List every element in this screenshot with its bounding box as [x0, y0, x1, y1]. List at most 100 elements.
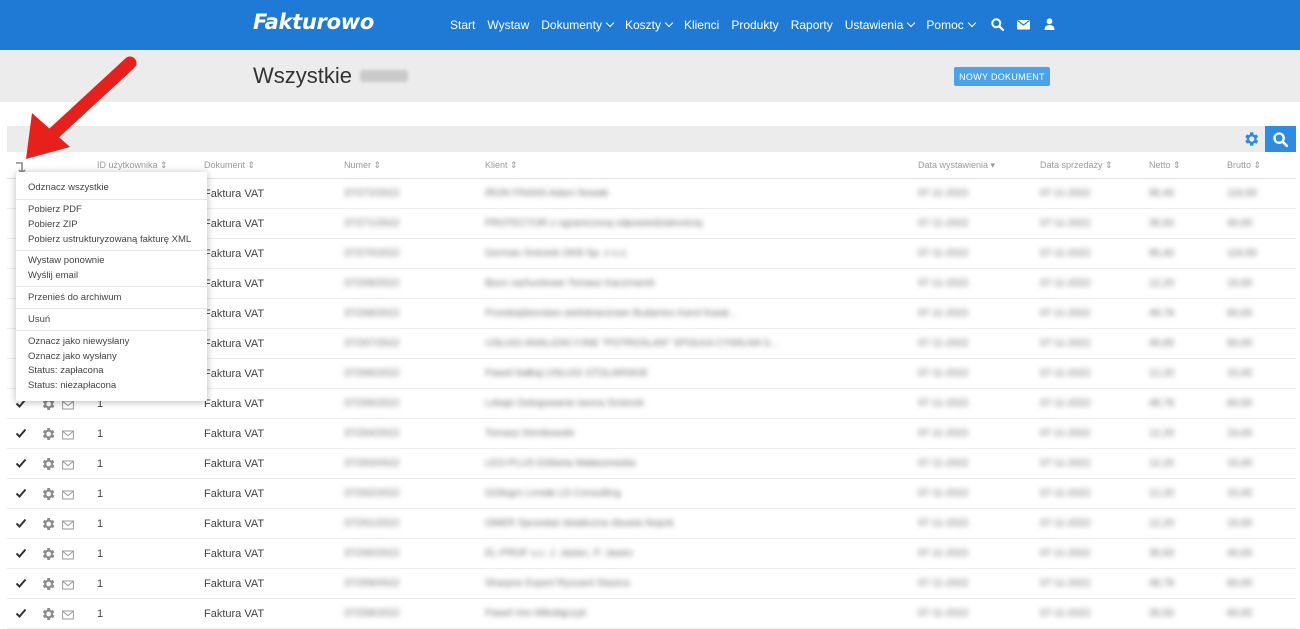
row-gear-icon[interactable] — [40, 456, 56, 472]
nav-dokumenty[interactable]: Dokumenty — [541, 18, 615, 32]
nav-koszty[interactable]: Koszty — [625, 18, 674, 32]
menu-item-send-email[interactable]: Wyślij email — [28, 270, 78, 281]
nav-produkty[interactable]: Produkty — [731, 18, 778, 32]
cell-gross: 15,00 — [1227, 458, 1253, 469]
cell-issue-date: 07-11-2022 — [918, 248, 969, 259]
cell-client: OMER Sprzedaż detaliczna obuwia Nopok — [485, 518, 674, 529]
row-envelope-icon[interactable] — [62, 428, 74, 440]
nav-start[interactable]: Start — [450, 18, 475, 32]
cell-issue-date: 07-11-2022 — [918, 218, 969, 229]
row-gear-icon[interactable] — [40, 516, 56, 532]
cell-net: 12,20 — [1149, 428, 1175, 439]
menu-item-mark-unsent[interactable]: Oznacz jako niewysłany — [28, 336, 129, 347]
menu-item-status-paid[interactable]: Status: zapłacona — [28, 365, 104, 376]
chevron-down-icon — [605, 18, 615, 28]
row-envelope-icon[interactable] — [62, 608, 74, 620]
col-header-number[interactable]: Numer ⇕ — [344, 160, 381, 171]
cell-client: EL-PROF s.c. J. Jasiec, P. Jasiec — [485, 548, 634, 559]
cell-client: LEO-PLUS Elżbieta Małaszewska — [485, 458, 636, 469]
table-row[interactable]: 1 Faktura VAT 37/258/2022 Paweł Von Mikołaj… — [7, 599, 1296, 629]
cell-issue-date: 07-11-2022 — [918, 188, 969, 199]
row-check-icon[interactable] — [15, 576, 27, 590]
row-envelope-icon[interactable] — [62, 488, 74, 500]
table-toolbar — [7, 126, 1296, 152]
cell-number: 37/270/2022 — [344, 248, 400, 259]
row-gear-icon[interactable] — [40, 426, 56, 442]
table-row[interactable]: 1 Faktura VAT 37/264/2022 Tomasz Dembowski 0… — [7, 419, 1296, 449]
col-header-client[interactable]: Klient ⇕ — [485, 160, 518, 171]
envelope-icon[interactable] — [1016, 16, 1030, 32]
table-row[interactable]: 1 Faktura VAT 37/260/2022 EL-PROF s.c. J. J… — [7, 539, 1296, 569]
table-row[interactable]: 1 Faktura VAT 37/261/2022 OMER Sprzedaż det… — [7, 509, 1296, 539]
row-gear-icon[interactable] — [40, 546, 56, 562]
gear-icon — [1245, 132, 1259, 146]
cell-number: 37/268/2022 — [344, 308, 400, 319]
menu-divider — [16, 308, 207, 309]
cell-number: 37/267/2022 — [344, 338, 400, 349]
col-header-sale-date[interactable]: Data sprzedaży ⇕ — [1040, 160, 1113, 171]
menu-item-delete[interactable]: Usuń — [28, 314, 50, 325]
cell-sale-date: 07-11-2022 — [1040, 278, 1091, 289]
col-header-document[interactable]: Dokument ⇕ — [204, 160, 255, 171]
row-gear-icon[interactable] — [40, 576, 56, 592]
cell-net: 35,50 — [1149, 608, 1175, 619]
row-envelope-icon[interactable] — [62, 578, 74, 590]
chevron-down-icon — [967, 18, 977, 28]
user-icon[interactable] — [1042, 16, 1056, 32]
annotation-arrow-icon — [26, 56, 137, 159]
table-row[interactable]: 1 Faktura VAT 37/259/2022 Sharpne Expert Ry… — [7, 569, 1296, 599]
row-check-icon[interactable] — [15, 426, 27, 440]
cell-client: PROTECTOR z ograniczoną odpowiedzialnośc… — [485, 218, 703, 229]
cell-document: Faktura VAT — [204, 308, 265, 320]
col-header-issue-date[interactable]: Data wystawienia ▾ — [918, 160, 995, 171]
cell-net: 95,40 — [1149, 188, 1175, 199]
row-gear-icon[interactable] — [40, 486, 56, 502]
cell-client: Przedsiębiorstwo wielobranżowe Budamex K… — [485, 308, 737, 319]
row-envelope-icon[interactable] — [62, 518, 74, 530]
col-header-gross[interactable]: Brutto ⇕ — [1227, 160, 1261, 171]
nav-raporty[interactable]: Raporty — [791, 18, 833, 32]
menu-item-mark-sent[interactable]: Oznacz jako wysłany — [28, 351, 117, 362]
cell-sale-date: 07-11-2022 — [1040, 428, 1091, 439]
menu-divider — [16, 250, 207, 251]
nav-ustawienia[interactable]: Ustawienia — [845, 18, 916, 32]
search-icon — [1273, 131, 1288, 147]
cell-document: Faktura VAT — [204, 398, 265, 410]
table-settings-button[interactable] — [1242, 130, 1260, 148]
search-icon[interactable] — [990, 16, 1004, 32]
nav-label: Pomoc — [926, 18, 964, 32]
cell-number: 37/265/2022 — [344, 398, 400, 409]
menu-item-reissue[interactable]: Wystaw ponownie — [28, 255, 104, 266]
app-logo[interactable]: Fakturowo — [253, 10, 374, 34]
cell-document: Faktura VAT — [204, 488, 265, 500]
menu-item-archive[interactable]: Przenieś do archiwum — [28, 292, 121, 303]
cell-gross: 60,00 — [1227, 608, 1253, 619]
row-check-icon[interactable] — [15, 546, 27, 560]
menu-item-download-zip[interactable]: Pobierz ZIP — [28, 219, 78, 230]
cell-gross: 15,00 — [1227, 428, 1253, 439]
row-check-icon[interactable] — [15, 606, 27, 620]
new-document-button[interactable]: NOWY DOKUMENT — [954, 67, 1050, 86]
cell-issue-date: 07-11-2022 — [918, 338, 969, 349]
menu-item-status-unpaid[interactable]: Status: niezapłacona — [28, 380, 116, 391]
table-row[interactable]: 1 Faktura VAT 37/262/2022 GOlegro Leniak LD… — [7, 479, 1296, 509]
row-envelope-icon[interactable] — [62, 548, 74, 560]
menu-item-download-xml[interactable]: Pobierz ustrukturyzowaną fakturę XML — [28, 234, 191, 245]
table-search-button[interactable] — [1265, 126, 1296, 152]
cell-issue-date: 07-11-2022 — [918, 458, 969, 469]
row-check-icon[interactable] — [15, 456, 27, 470]
cell-document: Faktura VAT — [204, 188, 265, 200]
row-check-icon[interactable] — [15, 486, 27, 500]
col-header-net[interactable]: Netto ⇕ — [1149, 160, 1181, 171]
nav-klienci[interactable]: Klienci — [684, 18, 719, 32]
nav-pomoc[interactable]: Pomoc — [926, 18, 977, 32]
cell-net: 48,78 — [1149, 308, 1175, 319]
menu-item-download-pdf[interactable]: Pobierz PDF — [28, 204, 82, 215]
table-row[interactable]: 1 Faktura VAT 37/263/2022 LEO-PLUS Elżbieta… — [7, 449, 1296, 479]
cell-user-id: 1 — [97, 488, 104, 500]
row-check-icon[interactable] — [15, 516, 27, 530]
menu-item-deselect-all[interactable]: Odznacz wszystkie — [28, 182, 109, 193]
cell-net: 48,78 — [1149, 398, 1175, 409]
row-envelope-icon[interactable] — [62, 458, 74, 470]
nav-wystaw[interactable]: Wystaw — [487, 18, 529, 32]
